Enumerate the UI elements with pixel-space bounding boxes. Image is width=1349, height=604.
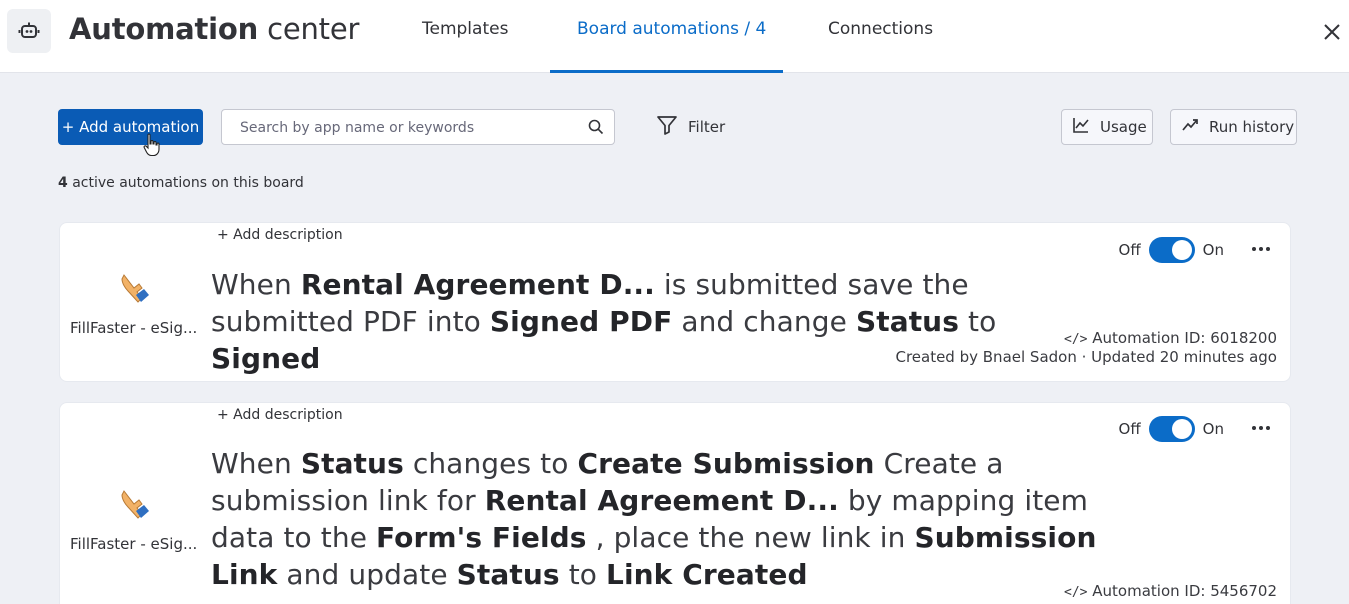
recipe-text: and update	[277, 558, 457, 591]
recipe-text: , place the new link in	[586, 521, 915, 554]
trend-icon	[1181, 116, 1199, 138]
run-history-button[interactable]: Run history	[1170, 109, 1297, 145]
usage-button[interactable]: Usage	[1061, 109, 1153, 145]
pointing-hand-icon	[118, 271, 150, 309]
created-updated-info: Created by Bnael Sadon · Updated 20 minu…	[895, 348, 1277, 366]
toggle-on-label: On	[1202, 420, 1224, 438]
recipe-field-token[interactable]: Create Submission	[578, 447, 875, 480]
add-automation-button[interactable]: + Add automation	[58, 109, 203, 145]
recipe-text: to	[958, 305, 997, 338]
hand-cursor-icon	[143, 133, 161, 161]
header-bar: Automation center Templates Board automa…	[0, 0, 1349, 73]
robot-icon[interactable]	[7, 9, 51, 53]
recipe-text: to	[559, 558, 606, 591]
recipe-field-token[interactable]: Rental Agreement D...	[301, 268, 655, 301]
recipe-text: When	[211, 268, 301, 301]
recipe-field-token[interactable]: Form's Fields	[376, 521, 587, 554]
tab-templates[interactable]: Templates	[422, 19, 508, 39]
recipe-field-token[interactable]: Signed	[211, 342, 320, 375]
recipe-field-token[interactable]: Status	[457, 558, 560, 591]
automation-card[interactable]: + Add description FillFaster - eSig... O…	[59, 222, 1291, 382]
pointing-hand-icon	[118, 487, 150, 525]
tab-connections[interactable]: Connections	[828, 19, 933, 39]
recipe-field-token[interactable]: Rental Agreement D...	[485, 484, 839, 517]
filter-label: Filter	[688, 118, 726, 136]
toggle-off-label: Off	[1118, 241, 1141, 259]
recipe-field-token[interactable]: Status	[856, 305, 959, 338]
search-icon[interactable]	[588, 119, 604, 139]
search-field[interactable]	[221, 109, 615, 145]
automation-recipe[interactable]: When Status changes to Create Submission…	[211, 445, 1111, 593]
status-toggle[interactable]	[1148, 237, 1195, 263]
recipe-text: and change	[672, 305, 856, 338]
status-toggle-group: Off On	[1119, 237, 1224, 263]
recipe-text: changes to	[403, 447, 578, 480]
tab-board-automations[interactable]: Board automations / 4	[577, 19, 766, 39]
automation-id: </> Automation ID: 5456702	[1064, 582, 1277, 600]
app-name: FillFaster - eSig...	[70, 319, 198, 337]
page-title: Automation center	[69, 12, 360, 46]
add-description-link[interactable]: + Add description	[217, 227, 343, 243]
search-input[interactable]	[240, 118, 580, 138]
app-name: FillFaster - eSig...	[70, 535, 198, 553]
automation-id: </> Automation ID: 6018200	[1064, 329, 1277, 347]
status-toggle[interactable]	[1148, 416, 1195, 442]
status-toggle-group: Off On	[1119, 416, 1224, 442]
code-icon: </>	[1064, 585, 1088, 600]
add-description-link[interactable]: + Add description	[217, 407, 343, 423]
run-history-label: Run history	[1209, 118, 1295, 136]
automation-card[interactable]: + Add description FillFaster - eSig... O…	[59, 402, 1291, 604]
recipe-field-token[interactable]: Signed PDF	[490, 305, 672, 338]
code-icon: </>	[1064, 332, 1088, 347]
close-icon[interactable]	[1318, 18, 1346, 46]
recipe-text: When	[211, 447, 301, 480]
recipe-field-token[interactable]: Link Created	[606, 558, 808, 591]
active-automations-count: 4 active automations on this board	[58, 175, 304, 191]
toggle-off-label: Off	[1118, 420, 1141, 438]
recipe-field-token[interactable]: Status	[301, 447, 404, 480]
more-options-icon[interactable]	[1250, 418, 1272, 438]
filter-icon	[656, 114, 678, 140]
toggle-on-label: On	[1202, 241, 1224, 259]
usage-label: Usage	[1100, 118, 1147, 136]
filter-button[interactable]: Filter	[656, 113, 725, 141]
active-tab-indicator	[550, 70, 783, 73]
chart-icon	[1072, 116, 1090, 138]
more-options-icon[interactable]	[1250, 239, 1272, 259]
